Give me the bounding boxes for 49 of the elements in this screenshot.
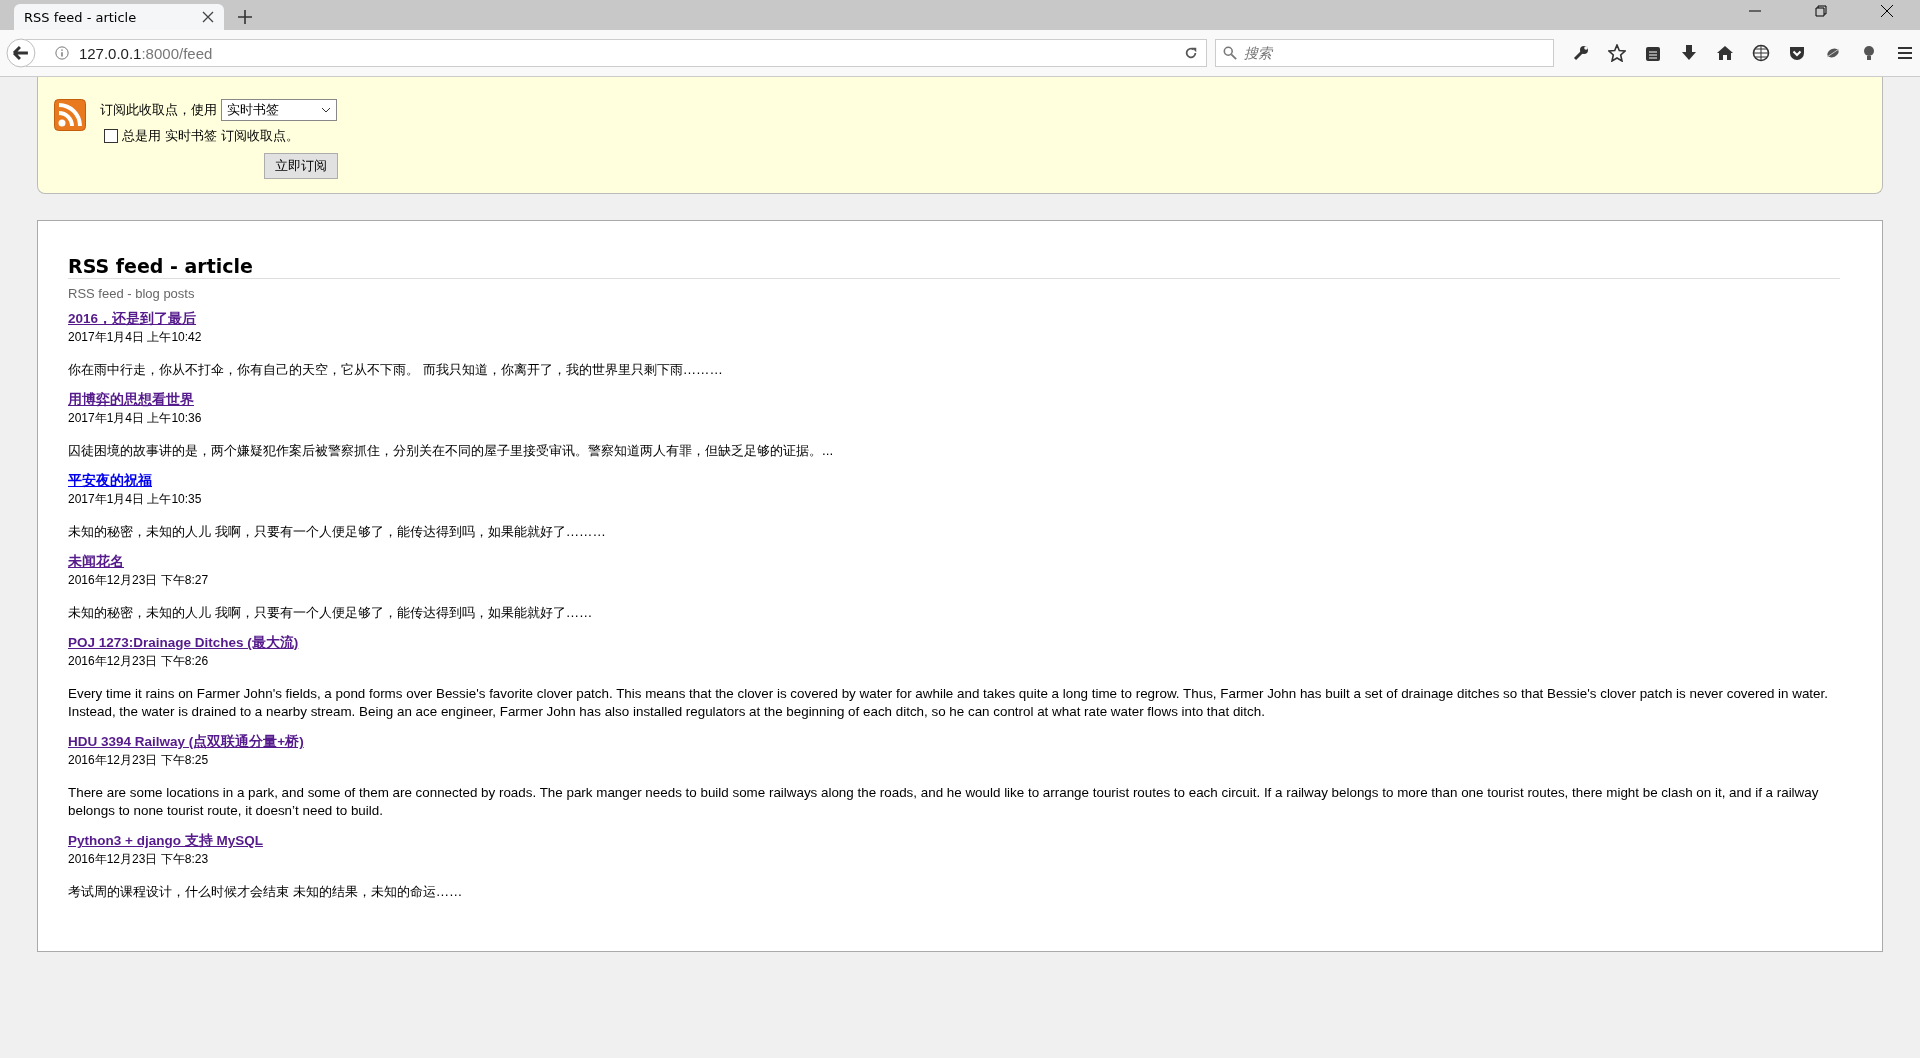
feed-title: RSS feed - article bbox=[68, 255, 1840, 279]
entry-summary: 未知的秘密，未知的人儿 我啊，只要有一个人便足够了，能传达得到吗，如果能就好了…… bbox=[68, 604, 594, 622]
address-bar[interactable]: 127.0.0.1:8000/feed bbox=[25, 39, 1208, 67]
entry-summary: There are some locations in a park, and some of them are connected by roads. The park manger needs to build some railways along the roads, and he would like to arrange tourist routes to each circuit. If a railway belongs to more than one tourist routes, there might be clash on it, and if a railway belongs to none tourist route, it doesn’t need to build. bbox=[68, 784, 1820, 820]
entry-title-link[interactable]: 平安夜的祝福 bbox=[68, 473, 152, 488]
pocket-icon[interactable] bbox=[1788, 44, 1806, 62]
entry-summary: 考试周的课程设计，什么时候才会结束 未知的结果，未知的命运…… bbox=[68, 883, 464, 901]
entry-title-link[interactable]: POJ 1273:Drainage Ditches (最大流) bbox=[68, 635, 299, 650]
entry-title-link[interactable]: HDU 3394 Railway (点双联通分量+桥) bbox=[68, 734, 304, 749]
search-icon bbox=[1223, 46, 1238, 60]
entry-summary: 你在雨中行走，你从不打伞，你有自己的天空，它从不下雨。 而我只知道，你离开了，我的世界里只剩下雨……… bbox=[68, 361, 724, 379]
subscribe-button[interactable]: 立即订阅 bbox=[264, 153, 338, 179]
star-icon[interactable] bbox=[1608, 44, 1626, 62]
entry-date: 2016年12月23日 下午8:23 bbox=[68, 851, 210, 868]
new-tab-icon[interactable] bbox=[238, 10, 252, 24]
entry-date: 2016年12月23日 下午8:27 bbox=[68, 572, 210, 589]
entry-date: 2017年1月4日 上午10:35 bbox=[68, 491, 203, 508]
subscribe-label: 订阅此收取点，使用 bbox=[100, 101, 217, 119]
entry-title-link[interactable]: 用博弈的思想看世界 bbox=[68, 392, 194, 407]
checkbox[interactable] bbox=[104, 129, 118, 143]
entry-title-link[interactable]: Python3 + django 支持 MySQL bbox=[68, 833, 263, 848]
entry-date: 2016年12月23日 下午8:25 bbox=[68, 752, 210, 769]
entry-summary: 囚徒困境的故事讲的是，两个嫌疑犯作案后被警察抓住，分别关在不同的屋子里接受审讯。警察知道两人有罪，但缺乏足够的证据。... bbox=[68, 442, 835, 460]
feed-subtitle: RSS feed - blog posts bbox=[68, 286, 196, 301]
entry-date: 2016年12月23日 下午8:26 bbox=[68, 653, 210, 670]
close-window-icon[interactable] bbox=[1881, 4, 1893, 17]
wrench-icon[interactable] bbox=[1572, 44, 1590, 62]
download-icon[interactable] bbox=[1680, 44, 1698, 62]
browser-tab[interactable]: RSS feed - article bbox=[14, 4, 224, 30]
close-icon[interactable] bbox=[202, 11, 214, 23]
entry-date: 2017年1月4日 上午10:36 bbox=[68, 410, 203, 427]
rss-feed-icon bbox=[54, 99, 86, 131]
info-icon[interactable] bbox=[54, 46, 69, 60]
menu-icon[interactable] bbox=[1896, 44, 1914, 62]
entry-summary: 未知的秘密，未知的人儿 我啊，只要有一个人便足够了，能传达得到吗，如果能就好了……… bbox=[68, 523, 607, 541]
globe-icon[interactable] bbox=[1752, 44, 1770, 62]
entry-title-link[interactable]: 2016，还是到了最后 bbox=[68, 311, 197, 326]
checkbox-label: 总是用 实时书签 订阅收取点。 bbox=[122, 127, 300, 145]
entry-title-link[interactable]: 未闻花名 bbox=[68, 554, 124, 569]
reader-dropdown[interactable]: 实时书签 bbox=[221, 99, 337, 121]
chevron-icon bbox=[321, 107, 331, 113]
entry-summary: Every time it rains on Farmer John's fields, a pond forms over Bessie's favorite clover patch. This means that the clover is covered by water for awhile and takes quite a long time to regrow. Thus, Farmer John has built a set of drainage ditches so that Bessie's clover patch is never covered in water. Instead, the water is drained to a nearby stream. Being an ace engineer, Farmer John has also installed regulators at the beginning of each ditch, so he can control at what rate water flows into that ditch. bbox=[68, 685, 1829, 721]
home-icon[interactable] bbox=[1716, 44, 1734, 62]
reload-icon[interactable] bbox=[1184, 46, 1199, 60]
restore-icon[interactable] bbox=[1815, 4, 1827, 17]
clipboard-icon[interactable] bbox=[1644, 44, 1662, 62]
search-field[interactable]: 搜索 bbox=[1215, 39, 1554, 67]
entry-date: 2017年1月4日 上午10:42 bbox=[68, 329, 203, 346]
url-text: 127.0.0.1:8000/feed bbox=[78, 44, 213, 62]
